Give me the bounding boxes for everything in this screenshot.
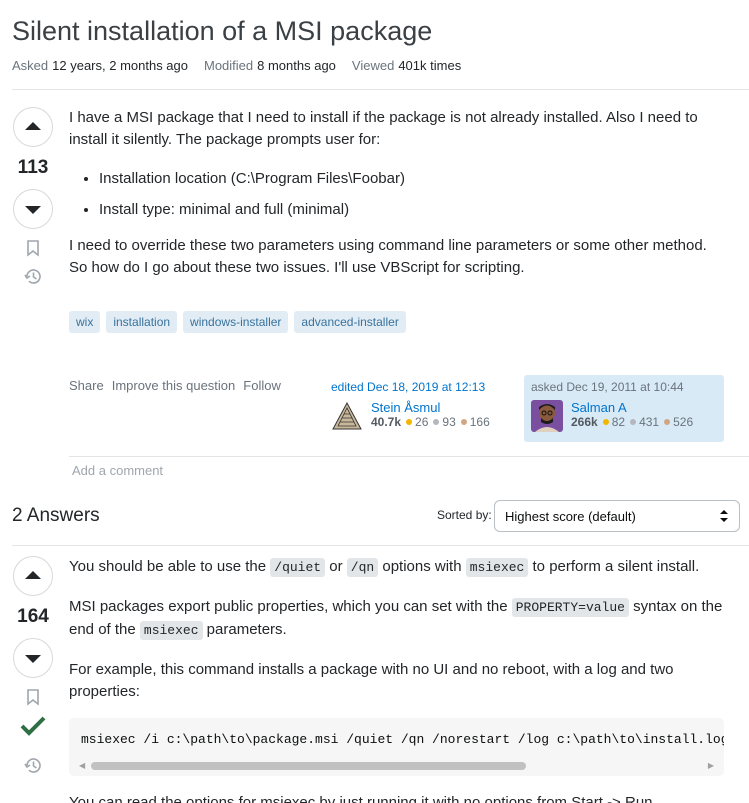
down-arrow-icon <box>25 655 41 663</box>
up-arrow-icon <box>25 571 41 579</box>
tag-windows-installer[interactable]: windows-installer <box>183 311 289 333</box>
sorted-by-label: Sorted by: <box>437 508 492 522</box>
answer-paragraph-1: You should be able to use the /quiet or … <box>69 558 700 577</box>
question-vote-cell: 113 <box>12 107 54 290</box>
upvote-button[interactable] <box>13 107 53 147</box>
downvote-button[interactable] <box>13 189 53 229</box>
silver-badge-icon <box>630 419 637 426</box>
improve-link[interactable]: Improve this question <box>112 378 236 393</box>
answers-count: 2 Answers <box>12 505 100 526</box>
question-meta: Asked 12 years, 2 months ago Modified 8 mo… <box>12 58 461 73</box>
scroll-left-icon: ◀ <box>79 761 86 770</box>
tag-installation[interactable]: installation <box>106 311 178 333</box>
up-arrow-icon <box>25 122 41 130</box>
asker-card: asked Dec 19, 2011 at 10:44 Salman A 266… <box>524 375 724 442</box>
sort-caret-icon <box>719 507 729 528</box>
tag-wix[interactable]: wix <box>69 311 101 333</box>
accepted-check-icon <box>19 714 47 742</box>
question-paragraph-2: I need to override these two parameters … <box>69 237 707 276</box>
edited-timestamp[interactable]: edited Dec 18, 2019 at 12:13 <box>331 380 517 394</box>
bullet-item: Installation location (C:\Program Files\… <box>99 168 729 190</box>
question-score: 113 <box>17 157 49 178</box>
asker-name[interactable]: Salman A <box>571 400 693 415</box>
modified-label: Modified <box>204 58 254 73</box>
tag-list: wix installation windows-installer advan… <box>69 311 406 333</box>
question-bullets: Installation location (C:\Program Files\… <box>99 168 729 221</box>
answer-body: You should be able to use the /quiet or … <box>69 556 729 720</box>
code-line: msiexec /i c:\path\to\package.msi /quiet… <box>81 732 724 747</box>
add-comment-link[interactable]: Add a comment <box>72 463 163 478</box>
question-paragraph-1: I have a MSI package that I need to inst… <box>69 109 698 148</box>
bronze-badge-icon <box>460 419 467 426</box>
answer-paragraph-3: For example, this command installs a pac… <box>69 661 674 700</box>
share-link[interactable]: Share <box>69 378 104 393</box>
modified-value[interactable]: 8 months ago <box>257 58 336 73</box>
post-actions: Share Improve this question Follow <box>69 378 281 393</box>
gold-badge-icon <box>406 419 413 426</box>
upvote-button[interactable] <box>13 556 53 596</box>
answers-divider <box>12 545 749 546</box>
downvote-button[interactable] <box>13 638 53 678</box>
gold-badge-icon <box>602 419 609 426</box>
sort-select-value: Highest score (default) <box>505 509 636 524</box>
horizontal-scrollbar[interactable]: ◀ ▶ <box>79 760 714 770</box>
editor-name[interactable]: Stein Åsmul <box>371 400 490 415</box>
asked-label: Asked <box>12 58 49 73</box>
viewed-label: Viewed <box>351 58 395 73</box>
history-icon[interactable] <box>23 756 43 779</box>
avatar[interactable] <box>331 400 363 432</box>
bookmark-icon[interactable] <box>25 239 41 261</box>
scroll-thumb[interactable] <box>91 762 526 770</box>
bookmark-icon[interactable] <box>25 688 41 710</box>
down-arrow-icon <box>25 206 41 214</box>
answer-paragraph-4: You can read the options for msiexec by … <box>69 794 657 803</box>
answer-paragraph-2: MSI packages export public properties, w… <box>69 598 723 640</box>
sort-select[interactable]: Highest score (default) <box>494 500 740 532</box>
answer-score: 164 <box>17 606 49 627</box>
answer-vote-cell: 164 <box>12 556 54 779</box>
question-title[interactable]: Silent installation of a MSI package <box>12 16 432 47</box>
editor-card: edited Dec 18, 2019 at 12:13 Stein Åsmul… <box>324 375 524 437</box>
scroll-right-icon: ▶ <box>707 761 714 770</box>
avatar[interactable] <box>531 400 563 432</box>
asked-timestamp: asked Dec 19, 2011 at 10:44 <box>531 380 684 394</box>
silver-badge-icon <box>433 419 440 426</box>
viewed-value: 401k times <box>398 58 462 73</box>
divider <box>12 89 749 90</box>
history-icon[interactable] <box>23 267 43 290</box>
question-body: I have a MSI package that I need to inst… <box>69 107 729 296</box>
comments-divider <box>69 456 749 457</box>
bronze-badge-icon <box>664 419 671 426</box>
tag-advanced-installer[interactable]: advanced-installer <box>294 311 406 333</box>
asker-reputation: 266k 82 431 526 <box>571 415 694 429</box>
code-block[interactable]: msiexec /i c:\path\to\package.msi /quiet… <box>69 718 724 776</box>
follow-link[interactable]: Follow <box>243 378 281 393</box>
asked-value: 12 years, 2 months ago <box>52 58 188 73</box>
editor-reputation: 40.7k 26 93 166 <box>371 415 490 429</box>
bullet-item: Install type: minimal and full (minimal) <box>99 199 729 221</box>
